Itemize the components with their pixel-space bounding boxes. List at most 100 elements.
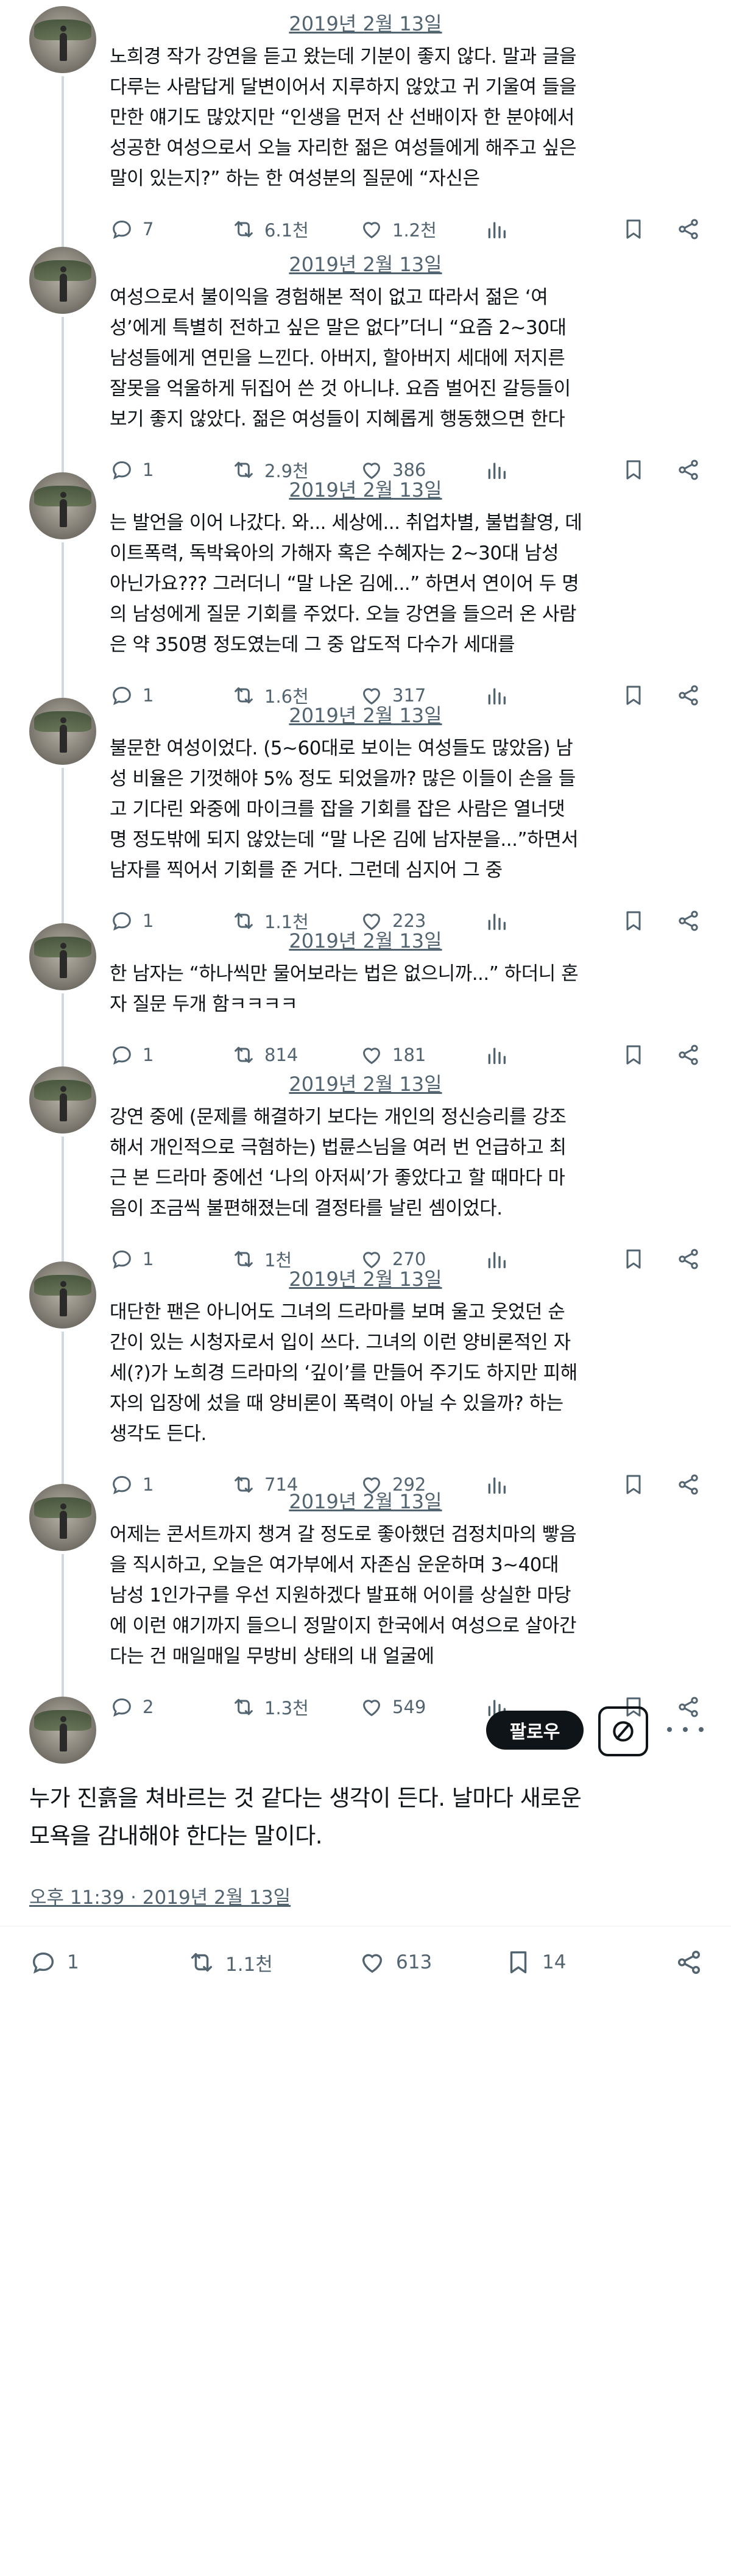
tweet-text: 대단한 팬은 아니어도 그녀의 드라마를 보며 울고 웃었던 순간이 있는 시청… xyxy=(110,1297,719,1449)
tweet-text-line: 모욕을 감내해야 한다는 말이다. xyxy=(29,1823,323,1849)
thread-tweet: 2019년 2월 13일불문한 여성이었다. (5~60대로 보이는 여성들도 … xyxy=(0,692,731,932)
views-button[interactable] xyxy=(484,1689,509,1725)
views-icon xyxy=(484,217,509,241)
like-icon xyxy=(359,1695,384,1719)
tweet-text-line: 대단한 팬은 아니어도 그녀의 드라마를 보며 울고 웃었던 순 xyxy=(110,1301,565,1323)
tweet-text-line: 남성 1인가구를 우선 지원하겠다 발표해 어이를 상실한 마당 xyxy=(110,1584,571,1606)
tweet-text-line: 성 비율은 기껏해야 5% 정도 되었을까? 많은 이들이 손을 들 xyxy=(110,768,576,790)
share-icon xyxy=(676,1695,701,1719)
tweet-date[interactable]: 2019년 2월 13일 xyxy=(0,1069,731,1097)
tweet-date[interactable]: 2019년 2월 13일 xyxy=(0,249,731,277)
tweet-text-line: 생각도 든다. xyxy=(110,1423,207,1445)
retweet-icon xyxy=(231,217,256,241)
like-button-count: 549 xyxy=(392,1697,426,1717)
retweet-button[interactable]: 1.1천 xyxy=(188,1941,273,1984)
thread-tweet: 2019년 2월 13일는 발언을 이어 나갔다. 와... 세상에... 취업… xyxy=(0,466,731,707)
tweet-text: 어제는 콘서트까지 챙겨 갈 정도로 좋아했던 검정치마의 빻음 을 직시하고, … xyxy=(110,1519,719,1672)
tweet-date[interactable]: 2019년 2월 13일 xyxy=(0,926,731,954)
share-icon xyxy=(676,217,701,241)
tweet-text-line: 자 질문 두개 함ㅋㅋㅋㅋ xyxy=(110,993,298,1015)
views-icon xyxy=(484,1695,509,1719)
thread-tweet: 2019년 2월 13일여성으로서 불이익을 경험해본 적이 없고 따라서 젊은… xyxy=(0,241,731,481)
thread-connector-line xyxy=(62,768,64,923)
tweet-text-line: 의 남성에게 질문 기회를 주었다. 오늘 강연을 들으러 온 사람 xyxy=(110,603,577,625)
retweet-button[interactable]: 1.3천 xyxy=(231,1689,309,1725)
reply-button[interactable]: 1 xyxy=(29,1941,79,1984)
bookmark-icon xyxy=(621,1695,646,1719)
thread-tweet: 2019년 2월 13일노희경 작가 강연을 듣고 왔는데 기분이 좋지 않다.… xyxy=(0,0,731,247)
tweet-text: 는 발언을 이어 나갔다. 와... 세상에... 취업차별, 불법촬영, 데이… xyxy=(110,508,719,660)
thread-connector-line xyxy=(62,317,64,472)
tweet-text: 여성으로서 불이익을 경험해본 적이 없고 따라서 젊은 ‘여성’에게 특별히 … xyxy=(110,282,719,435)
share-button[interactable] xyxy=(675,1941,703,1984)
reply-icon xyxy=(29,1948,57,1976)
retweet-button-count: 1.3천 xyxy=(264,1698,309,1719)
bookmark-icon xyxy=(621,217,646,241)
tweet-text-line: 불문한 여성이었다. (5~60대로 보이는 여성들도 많았음) 남 xyxy=(110,737,573,759)
tweet-text-line: 노희경 작가 강연을 듣고 왔는데 기분이 좋지 않다. 말과 글을 xyxy=(110,46,577,68)
thread-tweet: 2019년 2월 13일어제는 콘서트까지 챙겨 갈 정도로 좋아했던 검정치마… xyxy=(0,1478,731,1719)
like-button[interactable]: 613 xyxy=(358,1941,432,1984)
like-button-count: 613 xyxy=(396,1951,433,1973)
share-icon xyxy=(675,1948,703,1976)
thread-connector-line xyxy=(62,1137,64,1261)
tweet-text-line: 고 기다린 와중에 마이크를 잡을 기회를 잡은 사람은 열너댓 xyxy=(110,798,565,820)
bookmark-button[interactable]: 14 xyxy=(504,1941,566,1984)
tweet-timestamp[interactable]: 오후 11:39 · 2019년 2월 13일 xyxy=(29,1882,291,1909)
tweet-date[interactable]: 2019년 2월 13일 xyxy=(0,700,731,728)
tweet-actions: 2 1.3천 549 xyxy=(110,1689,707,1725)
tweet-text-line: 성공한 여성으로서 오늘 자리한 젊은 여성들에게 해주고 싶은 xyxy=(110,137,576,159)
tweet-text-line: 말이 있는지?” 하는 한 여성분의 질문에 “자신은 xyxy=(110,168,480,190)
like-button[interactable]: 549 xyxy=(359,1689,426,1725)
focused-tweet-actions: 1 1.1천 613 14 xyxy=(29,1941,712,1984)
share-button[interactable] xyxy=(676,1689,701,1725)
tweet-text-line: 명 정도밖에 되지 않았는데 “말 나온 김에 남자분을...”하면서 xyxy=(110,829,579,851)
tweet-text-line: 은 약 350명 정도였는데 그 중 압도적 다수가 세대를 xyxy=(110,634,515,656)
tweet-text-line: 근 본 드라마 중에선 ‘나의 아저씨’가 좋았다고 할 때마다 마 xyxy=(110,1167,565,1189)
thread-tweet: 2019년 2월 13일대단한 팬은 아니어도 그녀의 드라마를 보며 울고 웃… xyxy=(0,1255,731,1495)
tweet-text-line: 해서 개인적으로 극혐하는) 법륜스님을 여러 번 언급하고 최 xyxy=(110,1137,567,1158)
retweet-icon xyxy=(188,1948,216,1976)
like-icon xyxy=(359,217,384,241)
tweet-text-line: 잘못을 억울하게 뒤집어 쓴 것 아니냐. 요즘 벌어진 갈등들이 xyxy=(110,378,571,400)
retweet-icon xyxy=(231,1695,256,1719)
tweet-text-line: 자의 입장에 섰을 때 양비론이 폭력이 아닐 수 있을까? 하는 xyxy=(110,1393,563,1414)
thread-connector-line xyxy=(62,993,64,1066)
reply-button-count: 1 xyxy=(67,1951,79,1973)
focused-tweet-text: 누가 진흙을 쳐바르는 것 같다는 생각이 든다. 날마다 새로운모욕을 감내해… xyxy=(29,1779,712,1855)
tweet-text-line: 여성으로서 불이익을 경험해본 적이 없고 따라서 젊은 ‘여 xyxy=(110,286,548,308)
tweet-text-line: 만한 얘기도 많았지만 “인생을 먼저 산 선배이자 한 분야에서 xyxy=(110,107,574,129)
tweet-text: 한 남자는 “하나씩만 물어보라는 법은 없으니까...” 하더니 혼자 질문 … xyxy=(110,959,719,1020)
tweet-text-line: 아닌가요??? 그러더니 “말 나온 김에...” 하면서 연이어 두 명 xyxy=(110,573,579,595)
retweet-button-count: 6.1천 xyxy=(264,220,309,241)
tweet-text-line: 다루는 사람답게 달변이어서 지루하지 않았고 귀 기울여 들을 xyxy=(110,76,576,98)
tweet-text-line: 누가 진흙을 쳐바르는 것 같다는 생각이 든다. 날마다 새로운 xyxy=(29,1785,582,1811)
tweet-text-line: 을 직시하고, 오늘은 여가부에서 자존심 운운하며 3~40대 xyxy=(110,1554,559,1576)
retweet-button-count: 1.1천 xyxy=(225,1953,273,1976)
like-icon xyxy=(358,1948,386,1976)
tweet-date[interactable]: 2019년 2월 13일 xyxy=(0,9,731,37)
tweet-text-line: 다는 건 매일매일 무방비 상태의 내 얼굴에 xyxy=(110,1645,434,1667)
tweet-text-line: 세(?)가 노희경 드라마의 ‘깊이’를 만들어 주기도 하지만 피해 xyxy=(110,1362,577,1384)
tweet-text: 강연 중에 (문제를 해결하기 보다는 개인의 정신승리를 강조 해서 개인적으로… xyxy=(110,1102,719,1224)
tweet-date[interactable]: 2019년 2월 13일 xyxy=(0,1264,731,1292)
tweet-text-line: 간이 있는 시청자로서 입이 쓰다. 그녀의 이런 양비론적인 자 xyxy=(110,1332,571,1354)
tweet-text-line: 보기 좋지 않았다. 젊은 여성들이 지혜롭게 행동했으면 한다 xyxy=(110,408,565,430)
tweet-date[interactable]: 2019년 2월 13일 xyxy=(0,475,731,503)
reply-icon xyxy=(110,217,134,241)
tweet-text: 노희경 작가 강연을 듣고 왔는데 기분이 좋지 않다. 말과 글을다루는 사람… xyxy=(110,41,719,194)
reply-button[interactable]: 2 xyxy=(110,1689,154,1725)
tweet-date[interactable]: 2019년 2월 13일 xyxy=(0,1486,731,1514)
thread-connector-line xyxy=(62,1554,64,1709)
thread-connector-line xyxy=(62,542,64,698)
thread-connector-line xyxy=(62,1332,64,1484)
tweet-text-line: 는 발언을 이어 나갔다. 와... 세상에... 취업차별, 불법촬영, 데 xyxy=(110,512,582,534)
tweet-text-line: 음이 조금씩 불편해졌는데 결정타를 날린 셈이었다. xyxy=(110,1198,503,1219)
reply-button-count: 2 xyxy=(143,1697,154,1717)
tweet-text-line: 성’에게 특별히 전하고 싶은 말은 없다”더니 “요즘 2~30대 xyxy=(110,317,567,339)
reply-button-count: 7 xyxy=(143,219,154,240)
like-button-count: 1.2천 xyxy=(392,220,437,241)
tweet-text-line: 한 남자는 “하나씩만 물어보라는 법은 없으니까...” 하더니 혼 xyxy=(110,963,579,985)
tweet-text-line: 남자를 찍어서 기회를 준 거다. 그런데 심지어 그 중 xyxy=(110,859,503,881)
bookmark-button[interactable] xyxy=(621,1689,646,1725)
